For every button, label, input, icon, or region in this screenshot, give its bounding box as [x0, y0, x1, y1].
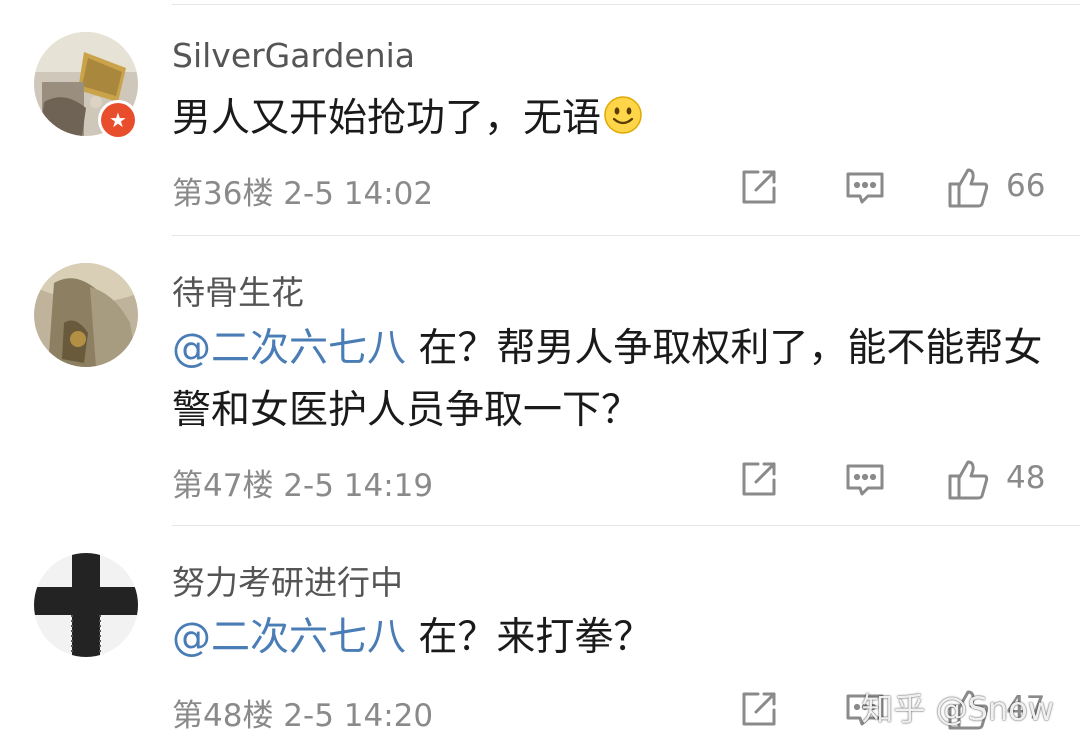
floor-time: 第48楼 2-5 14:20	[172, 698, 434, 734]
comment-text: @二次六七八 在？帮男人争取权利了，能不能帮女警和女医护人员争取一下？	[172, 318, 1052, 442]
username[interactable]: SilverGardenia	[172, 36, 415, 75]
share-icon[interactable]	[738, 166, 780, 208]
comment-body: 在？来打拳？	[406, 615, 653, 660]
top-divider	[172, 4, 1080, 5]
floor-time: 第47楼 2-5 14:19	[172, 468, 434, 504]
comment-text: 男人又开始抢功了，无语	[172, 88, 1052, 154]
share-icon[interactable]	[738, 458, 780, 500]
divider	[172, 525, 1080, 526]
comment-icon[interactable]	[844, 166, 886, 208]
watermark: 知乎 @Snow	[861, 690, 1054, 728]
like-count: 48	[1006, 460, 1046, 496]
like-count: 66	[1006, 168, 1046, 204]
avatar-badge-ring: ★	[98, 100, 138, 140]
divider	[172, 235, 1080, 236]
comment-text: @二次六七八 在？来打拳？	[172, 607, 1052, 669]
thumbs-up-icon[interactable]	[946, 458, 990, 502]
avatar[interactable]	[34, 553, 138, 657]
slight-smile-emoji	[603, 92, 643, 154]
username[interactable]: 待骨生花	[172, 266, 304, 314]
thumbs-up-icon[interactable]	[946, 166, 990, 210]
mention-link[interactable]: @二次六七八	[172, 615, 406, 660]
avatar-badge: ★	[101, 103, 135, 137]
comment-icon[interactable]	[844, 458, 886, 500]
username[interactable]: 努力考研进行中	[172, 556, 403, 604]
share-icon[interactable]	[738, 688, 780, 730]
floor-time: 第36楼 2-5 14:02	[172, 176, 434, 212]
comment-body: 男人又开始抢功了，无语	[172, 96, 602, 141]
comment-meta: 第36楼 2-5 14:02 66	[172, 166, 1050, 212]
avatar[interactable]	[34, 263, 138, 367]
comment-meta: 第47楼 2-5 14:19 48	[172, 458, 1050, 504]
mention-link[interactable]: @二次六七八	[172, 326, 406, 371]
